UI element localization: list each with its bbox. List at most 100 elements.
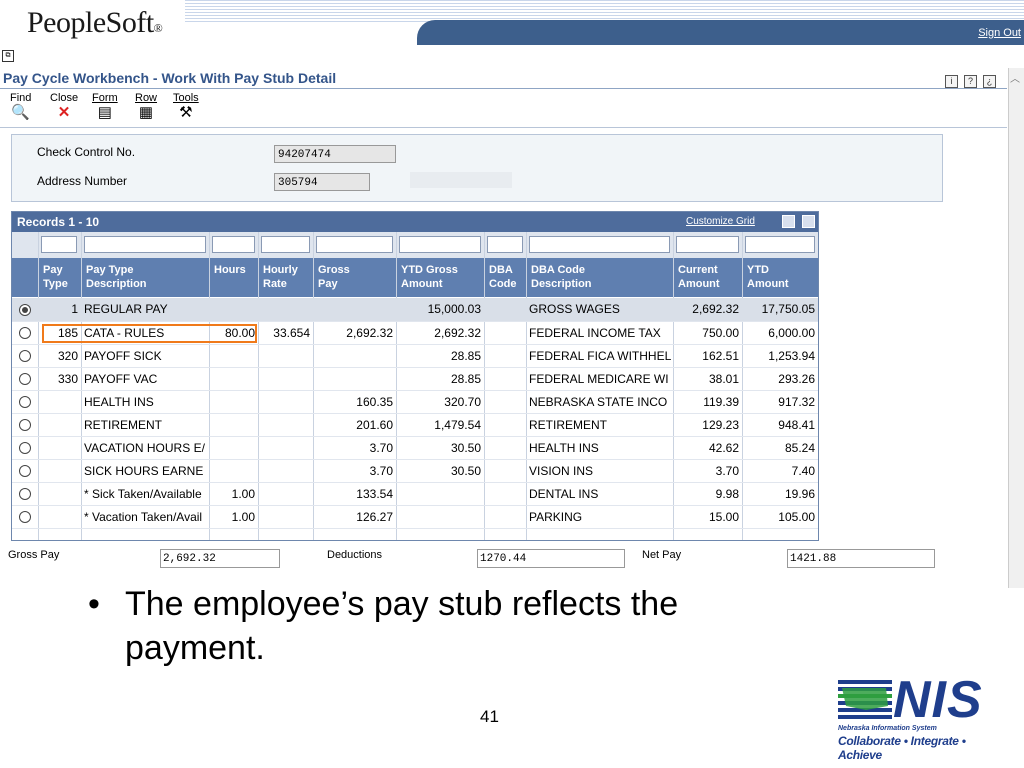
find-button[interactable]: Find 🔍 xyxy=(10,92,31,122)
cell-dba-desc: FEDERAL MEDICARE WI xyxy=(526,367,673,391)
customize-grid-link[interactable]: Customize Grid xyxy=(686,216,755,227)
table-row[interactable]: 320 PAYOFF SICK 28.85 FEDERAL FICA WITHHEL 1… xyxy=(12,344,818,368)
gross-pay-field[interactable]: 2,692.32 xyxy=(160,549,280,568)
col-current-amount[interactable]: Current Amount xyxy=(678,263,738,291)
nis-subtitle: Nebraska Information System xyxy=(838,725,937,732)
col-gross-pay[interactable]: Gross Pay xyxy=(318,263,363,291)
cell-gross: 2,692.32 xyxy=(313,321,396,345)
cell-gross: 201.60 xyxy=(313,413,396,437)
row-radio[interactable] xyxy=(19,304,31,317)
table-row[interactable]: HEALTH INS 160.35 320.70 NEBRASKA STATE INC… xyxy=(12,390,818,414)
form-toolbar: Find 🔍 Close ✕ Form ▤ Row ▦ Tools ⚒ xyxy=(0,89,1007,128)
scroll-up-icon[interactable]: ︿ xyxy=(1010,70,1020,85)
col-dba-desc[interactable]: DBA Code Description xyxy=(531,263,631,291)
check-control-field[interactable]: 94207474 xyxy=(274,145,396,163)
check-control-label: Check Control No. xyxy=(37,145,136,159)
cell-desc: HEALTH INS xyxy=(81,390,209,414)
net-pay-field[interactable]: 1421.88 xyxy=(787,549,935,568)
filter-dba-code[interactable] xyxy=(487,236,523,253)
deductions-field[interactable]: 1270.44 xyxy=(477,549,625,568)
table-row[interactable]: VACATION HOURS E/3.70 30.50 HEALTH INS 42.6… xyxy=(12,436,818,460)
table-row[interactable]: 330 PAYOFF VAC 28.85 FEDERAL MEDICARE WI 38.… xyxy=(12,367,818,391)
table-row[interactable]: 1 REGULAR PAY 15,000.03 GROSS WAGES 2,692.32… xyxy=(12,298,818,322)
row-radio[interactable] xyxy=(19,465,31,478)
col-pay-type[interactable]: Pay Type xyxy=(43,263,79,291)
table-row[interactable]: RETIREMENT 201.60 1,479.54 RETIREMENT 129.23… xyxy=(12,413,818,437)
close-button[interactable]: Close ✕ xyxy=(50,92,78,122)
cell-hours xyxy=(209,390,258,414)
cell-current: 129.23 xyxy=(673,413,742,437)
filter-hours[interactable] xyxy=(212,236,255,253)
col-hourly-rate[interactable]: Hourly Rate xyxy=(263,263,308,291)
row-radio[interactable] xyxy=(19,350,31,363)
cell-ytd: 917.32 xyxy=(742,390,818,414)
what-is-this-icon[interactable]: ¿ xyxy=(983,75,996,88)
filter-pay-type-desc[interactable] xyxy=(84,236,206,253)
row-radio[interactable] xyxy=(19,488,31,501)
cell-dba xyxy=(484,459,526,483)
cell-rate xyxy=(258,459,313,483)
cell-dba-desc: RETIREMENT xyxy=(526,413,673,437)
cell-rate xyxy=(258,367,313,391)
help-icon[interactable]: ? xyxy=(964,75,977,88)
col-dba-code[interactable]: DBA Code xyxy=(489,263,523,291)
cell-dba-desc: NEBRASKA STATE INCO xyxy=(526,390,673,414)
nis-wordmark: NIS xyxy=(893,671,983,729)
filter-gross-pay[interactable] xyxy=(316,236,393,253)
filter-current-amount[interactable] xyxy=(676,236,739,253)
cell-gross: 126.27 xyxy=(313,505,396,529)
maximize-grid-icon[interactable] xyxy=(802,215,815,228)
cell-dba xyxy=(484,298,526,322)
row-radio[interactable] xyxy=(19,373,31,386)
row-radio[interactable] xyxy=(19,327,31,340)
query-by-example-row xyxy=(12,232,818,258)
row-radio[interactable] xyxy=(19,419,31,432)
address-number-field[interactable]: 305794 xyxy=(274,173,370,191)
sign-out-link[interactable]: Sign Out xyxy=(978,27,1021,39)
filter-ytd-amount[interactable] xyxy=(745,236,815,253)
col-ytd-amount[interactable]: YTD Amount xyxy=(747,263,807,291)
cell-rate xyxy=(258,436,313,460)
close-icon: ✕ xyxy=(57,104,71,121)
cell-ytd: 105.00 xyxy=(742,505,818,529)
page-scrollbar[interactable] xyxy=(1008,68,1024,588)
cell-dba-desc: GROSS WAGES xyxy=(526,298,673,322)
column-headers: Pay Type Pay Type Description Hours Hour… xyxy=(12,258,818,297)
cell-pay-type: 330 xyxy=(38,367,81,391)
row-radio[interactable] xyxy=(19,442,31,455)
filter-ytd-gross[interactable] xyxy=(399,236,481,253)
cell-current: 2,692.32 xyxy=(673,298,742,322)
info-icon[interactable]: i xyxy=(945,75,958,88)
cell-ytd: 7.40 xyxy=(742,459,818,483)
cell-pay-type: 1 xyxy=(38,298,81,322)
slide-bullet: • The employee’s pay stub reflects the p… xyxy=(88,582,808,670)
filter-pay-type[interactable] xyxy=(41,236,77,253)
cell-desc: PAYOFF SICK xyxy=(81,344,209,368)
window-icon[interactable]: ⧉ xyxy=(2,50,14,62)
cell-current: 3.70 xyxy=(673,459,742,483)
col-pay-type-desc[interactable]: Pay Type Description xyxy=(86,263,196,291)
col-ytd-gross[interactable]: YTD Gross Amount xyxy=(401,263,473,291)
find-icon: 🔍 xyxy=(11,104,31,121)
cell-dba xyxy=(484,436,526,460)
row-radio[interactable] xyxy=(19,511,31,524)
filter-hourly-rate[interactable] xyxy=(261,236,310,253)
address-name-display xyxy=(410,172,512,188)
records-count: Records 1 - 10 xyxy=(17,215,100,229)
form-menu-button[interactable]: Form ▤ xyxy=(92,92,118,122)
table-row[interactable]: * Sick Taken/Available 1.00 133.54 DENTAL I… xyxy=(12,482,818,506)
cell-current: 38.01 xyxy=(673,367,742,391)
filter-dba-desc[interactable] xyxy=(529,236,670,253)
table-row[interactable]: SICK HOURS EARNE 3.70 30.50 VISION INS 3.70 7… xyxy=(12,459,818,483)
export-icon[interactable] xyxy=(782,215,795,228)
cell-pay-type xyxy=(38,459,81,483)
row-menu-button[interactable]: Row ▦ xyxy=(135,92,157,122)
row-radio[interactable] xyxy=(19,396,31,409)
bullet-text: The employee’s pay stub reflects the pay… xyxy=(125,585,679,667)
cell-ytd-gross: 320.70 xyxy=(396,390,484,414)
tools-menu-button[interactable]: Tools ⚒ xyxy=(173,92,199,122)
col-hours[interactable]: Hours xyxy=(214,263,254,277)
table-row[interactable]: * Vacation Taken/Avail 1.00 126.27 PARKING 1… xyxy=(12,505,818,529)
highlight-box xyxy=(42,324,257,343)
cell-ytd-gross: 30.50 xyxy=(396,436,484,460)
